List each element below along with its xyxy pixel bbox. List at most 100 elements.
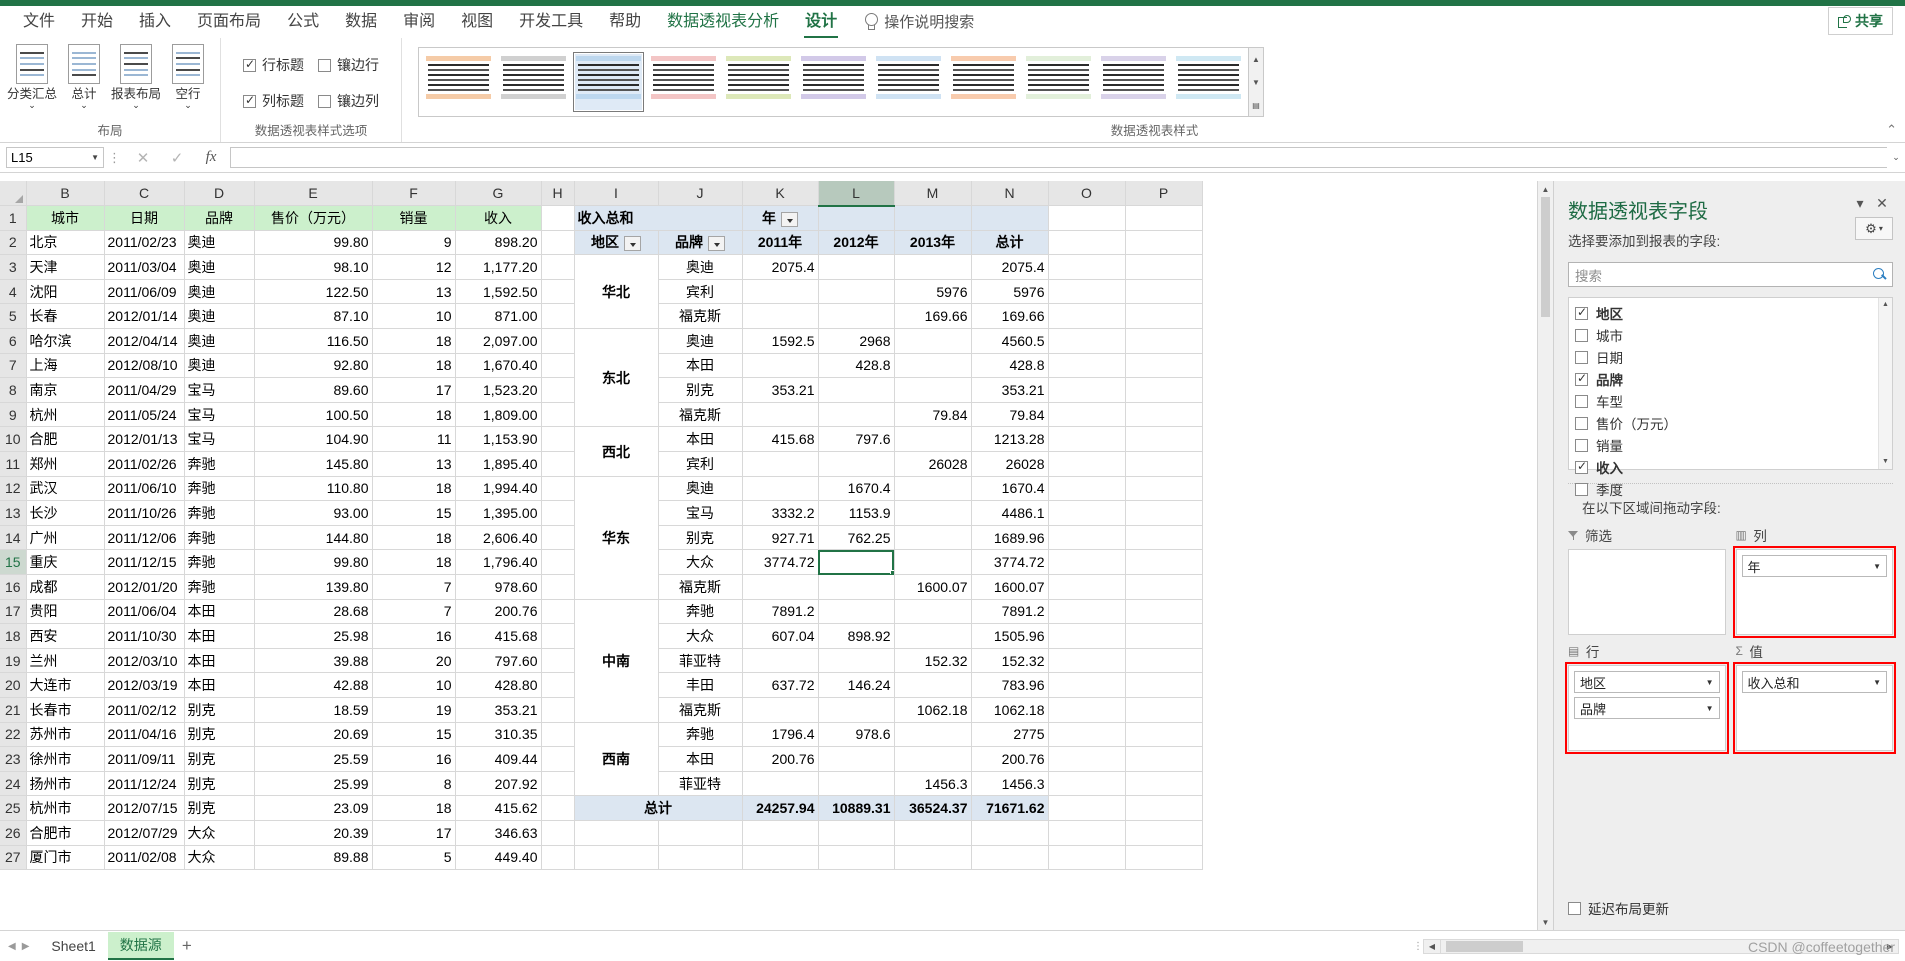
row-header-22[interactable]: 22: [0, 722, 27, 748]
field-checkbox[interactable]: [1575, 328, 1588, 342]
empty-cell[interactable]: [1048, 697, 1126, 723]
pivot-brand-cell[interactable]: 本田: [658, 426, 743, 453]
empty-cell[interactable]: [1125, 353, 1203, 379]
source-cell-price[interactable]: 100.50: [254, 402, 373, 428]
ribbon-tab-design[interactable]: 设计: [792, 3, 850, 39]
pivot-value-cell[interactable]: 762.25: [818, 525, 895, 551]
column-header-o[interactable]: O: [1048, 181, 1126, 207]
pivot-brand-cell[interactable]: 丰田: [658, 672, 743, 698]
empty-cell[interactable]: [894, 820, 972, 846]
source-cell-qty[interactable]: 11: [372, 426, 456, 453]
row-header-1[interactable]: 1: [0, 205, 27, 231]
source-cell-qty[interactable]: 17: [372, 377, 456, 403]
source-cell-price[interactable]: 116.50: [254, 328, 373, 354]
source-cell-price[interactable]: 145.80: [254, 451, 373, 477]
row-header-14[interactable]: 14: [0, 525, 27, 551]
source-cell-income[interactable]: 346.63: [455, 820, 542, 846]
ribbon-tab-view[interactable]: 视图: [448, 3, 506, 38]
source-cell-income[interactable]: 1,153.90: [455, 426, 542, 453]
source-cell-date[interactable]: 2012/08/10: [104, 353, 185, 379]
source-cell-city[interactable]: 杭州市: [26, 795, 105, 821]
source-cell-qty[interactable]: 18: [372, 549, 456, 575]
field-scroll-down-icon[interactable]: ▼: [1879, 455, 1892, 469]
pivot-brand-cell[interactable]: 宾利: [658, 451, 743, 477]
drop-zone-box[interactable]: 收入总和 ▼: [1732, 662, 1896, 754]
pivot-value-cell[interactable]: [894, 549, 972, 575]
field-checkbox[interactable]: [1575, 350, 1588, 364]
source-cell-income[interactable]: 2,606.40: [455, 525, 542, 551]
source-cell-date[interactable]: 2011/06/09: [104, 279, 185, 305]
source-cell-brand[interactable]: 奔驰: [184, 525, 255, 551]
source-cell-city[interactable]: 大连市: [26, 672, 105, 698]
pivot-brand-cell[interactable]: 本田: [658, 746, 743, 772]
pivot-value-cell[interactable]: 4486.1: [971, 500, 1049, 526]
source-cell-qty[interactable]: 7: [372, 574, 456, 600]
pivot-value-cell[interactable]: 1670.4: [818, 476, 895, 502]
row-header-16[interactable]: 16: [0, 574, 27, 600]
first-sheet-icon[interactable]: ◀: [8, 941, 16, 952]
empty-cell[interactable]: [1125, 845, 1203, 871]
field-list-item[interactable]: 日期: [1575, 346, 1878, 368]
source-cell-brand[interactable]: 奥迪: [184, 303, 255, 330]
field-search-input[interactable]: 搜索: [1568, 262, 1893, 287]
source-cell-brand[interactable]: 本田: [184, 672, 255, 698]
pivot-header-blank[interactable]: [818, 205, 895, 231]
row-header-10[interactable]: 10: [0, 426, 27, 453]
field-list-item[interactable]: 城市: [1575, 324, 1878, 346]
spacer-cell[interactable]: [541, 574, 575, 600]
pivot-value-cell[interactable]: 415.68: [742, 426, 819, 453]
source-cell-date[interactable]: 2012/01/14: [104, 303, 185, 330]
row-header-4[interactable]: 4: [0, 279, 27, 305]
pivot-value-cell[interactable]: 428.8: [818, 353, 895, 379]
spacer-cell[interactable]: [541, 623, 575, 649]
option-banded-columns[interactable]: 镶边列: [318, 91, 379, 111]
empty-cell[interactable]: [1125, 303, 1203, 330]
pivot-value-cell[interactable]: [818, 402, 895, 428]
empty-cell[interactable]: [1125, 230, 1203, 256]
source-cell-brand[interactable]: 宝马: [184, 377, 255, 403]
pivot-brand-cell[interactable]: 菲亚特: [658, 771, 743, 797]
pivot-brand-cell[interactable]: 本田: [658, 353, 743, 379]
row-header-8[interactable]: 8: [0, 377, 27, 403]
empty-cell[interactable]: [1048, 353, 1126, 379]
pivot-style-swatch[interactable]: [498, 52, 569, 112]
pane-close-icon[interactable]: ✕: [1871, 195, 1893, 212]
source-cell-brand[interactable]: 奥迪: [184, 254, 255, 280]
source-cell-date[interactable]: 2011/02/12: [104, 697, 185, 723]
source-cell-brand[interactable]: 别克: [184, 746, 255, 772]
pivot-column-header[interactable]: 2011年: [742, 230, 819, 256]
field-list[interactable]: 地区城市日期品牌车型售价（万元）销量收入季度 ▲ ▼: [1568, 297, 1893, 498]
pivot-value-cell[interactable]: 2968: [818, 328, 895, 354]
select-all-corner[interactable]: [0, 181, 27, 207]
insert-function-button[interactable]: fx: [194, 149, 228, 167]
empty-cell[interactable]: [742, 845, 819, 871]
pivot-region-cell[interactable]: 东北: [574, 328, 659, 428]
sheet-tab-数据源[interactable]: 数据源: [107, 932, 174, 960]
source-header-cell[interactable]: 售价（万元）: [254, 205, 373, 231]
field-pill[interactable]: 年 ▼: [1741, 555, 1887, 577]
source-cell-income[interactable]: 428.80: [455, 672, 542, 698]
column-header-g[interactable]: G: [455, 181, 542, 207]
source-cell-qty[interactable]: 18: [372, 328, 456, 354]
pivot-brand-cell[interactable]: 福克斯: [658, 697, 743, 723]
source-cell-date[interactable]: 2011/02/23: [104, 230, 185, 256]
source-cell-brand[interactable]: 奔驰: [184, 476, 255, 502]
source-cell-income[interactable]: 415.62: [455, 795, 542, 821]
pivot-style-swatch[interactable]: [1023, 52, 1094, 112]
source-cell-qty[interactable]: 12: [372, 254, 456, 280]
gallery-more-icon[interactable]: ▤: [1249, 94, 1263, 116]
spacer-cell[interactable]: [541, 426, 575, 453]
spacer-cell[interactable]: [541, 402, 575, 428]
source-cell-income[interactable]: 2,097.00: [455, 328, 542, 354]
pivot-value-cell[interactable]: [818, 697, 895, 723]
empty-cell[interactable]: [1048, 426, 1126, 453]
source-cell-income[interactable]: 898.20: [455, 230, 542, 256]
source-cell-city[interactable]: 兰州: [26, 648, 105, 674]
source-cell-city[interactable]: 长沙: [26, 500, 105, 526]
formula-input[interactable]: [230, 147, 1887, 168]
scroll-left-icon[interactable]: ◀: [1423, 938, 1441, 954]
source-cell-income[interactable]: 1,592.50: [455, 279, 542, 305]
source-cell-qty[interactable]: 10: [372, 672, 456, 698]
source-cell-date[interactable]: 2011/03/04: [104, 254, 185, 280]
source-cell-qty[interactable]: 18: [372, 476, 456, 502]
